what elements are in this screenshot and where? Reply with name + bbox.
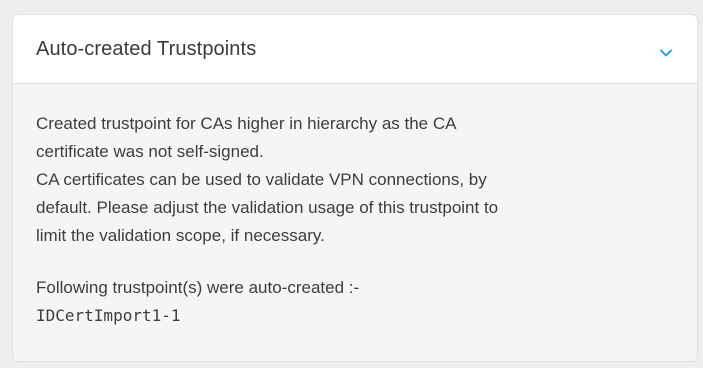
trustpoint-list-label: Following trustpoint(s) were auto-create… [36,278,360,297]
trustpoint-name: IDCertImport1-1 [36,306,181,325]
panel-header[interactable]: Auto-created Trustpoints [13,15,697,84]
panel-body: Created trustpoint for CAs higher in hie… [13,84,697,330]
chevron-down-icon[interactable] [659,48,673,58]
panel-title: Auto-created Trustpoints [36,37,257,60]
message-line: CA certificates can be used to validate … [36,170,487,189]
auto-created-trustpoints-panel: Auto-created Trustpoints Created trustpo… [12,14,698,362]
message-line: default. Please adjust the validation us… [36,198,499,217]
message-line: certificate was not self-signed. [36,142,264,161]
message-line: limit the validation scope, if necessary… [36,226,325,245]
message-line: Created trustpoint for CAs higher in hie… [36,114,457,133]
chevron-down-icon-glyph [660,49,672,57]
